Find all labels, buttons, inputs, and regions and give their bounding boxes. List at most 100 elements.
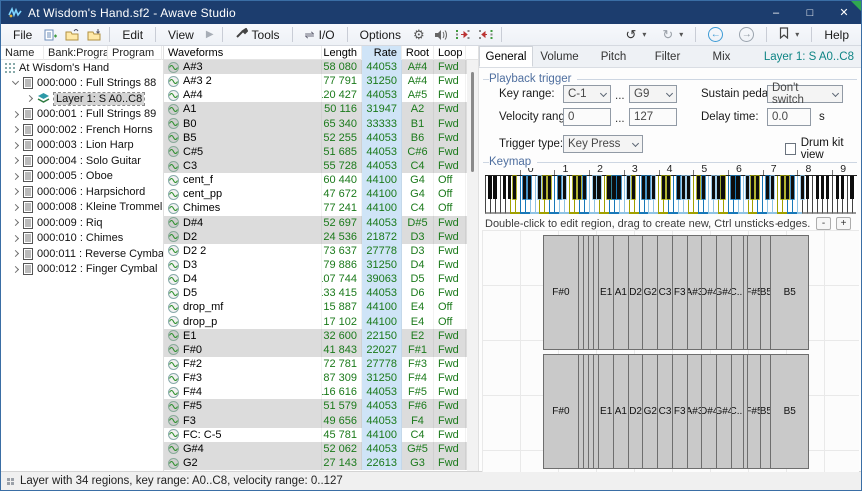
zoom-out-button[interactable]: - (816, 217, 831, 230)
black-key[interactable] (697, 176, 700, 199)
region-segment[interactable]: B5 (770, 236, 808, 349)
table-row[interactable]: C#551 68544053C#6Fwd (164, 145, 478, 159)
new-file-icon[interactable] (40, 27, 61, 43)
black-key[interactable] (836, 176, 839, 199)
region-editor-grid[interactable]: F#0E1A1D2G2C3F3A#3D#4G#4C...F#5B5B5 F#0 E… (482, 230, 859, 472)
black-key[interactable] (543, 176, 546, 199)
black-key[interactable] (493, 176, 496, 199)
black-key[interactable] (548, 176, 551, 199)
black-key[interactable] (558, 176, 561, 199)
table-row[interactable]: F#387 30931250F#4Fwd (164, 371, 478, 385)
tree-item[interactable]: 000:006 : Harpsichord (1, 184, 163, 200)
black-key[interactable] (523, 176, 526, 199)
tree-item[interactable]: 000:001 : Full Strings 89 (1, 107, 163, 123)
column-header-name[interactable]: Name (1, 46, 44, 60)
black-key[interactable] (597, 176, 600, 199)
region-segment[interactable]: B5 (760, 236, 770, 349)
region-segment[interactable]: F#5 (747, 355, 761, 468)
tree-item[interactable]: 000:002 : French Horns (1, 122, 163, 138)
table-row[interactable]: F#4116 61644053F#5Fwd (164, 385, 478, 399)
file-menu[interactable]: File (5, 26, 40, 44)
maximize-button[interactable]: □ (793, 1, 827, 24)
column-header-rate[interactable]: Rate (362, 46, 402, 60)
black-key[interactable] (702, 176, 705, 199)
tree-expander-icon[interactable] (12, 235, 19, 242)
tree-item[interactable]: 000:009 : Riq (1, 215, 163, 231)
column-header-bank-program[interactable]: Bank:Program (44, 46, 108, 60)
trigger-type-select[interactable]: Key Press (563, 135, 643, 153)
black-key[interactable] (751, 176, 754, 199)
black-key[interactable] (488, 176, 491, 199)
black-key[interactable] (612, 176, 615, 199)
open-file-icon[interactable] (61, 27, 83, 43)
black-key[interactable] (786, 176, 789, 199)
black-key[interactable] (731, 176, 734, 199)
table-row[interactable]: G227 14322613G3Fwd (164, 456, 478, 470)
table-row[interactable]: D224 53621872D3Fwd (164, 230, 478, 244)
tree-expander-icon[interactable] (12, 111, 19, 118)
black-key[interactable] (642, 176, 645, 199)
table-row[interactable]: F#041 84322027F#1Fwd (164, 343, 478, 357)
table-row[interactable]: FC: C-545 78144100C4Fwd (164, 428, 478, 442)
black-key[interactable] (607, 176, 610, 199)
tree-item[interactable]: 000:010 : Chimes (1, 231, 163, 247)
gear-icon[interactable]: ⚙ (409, 25, 429, 45)
black-key[interactable] (746, 176, 749, 199)
black-key[interactable] (821, 176, 824, 199)
tree-expander-icon[interactable] (12, 219, 19, 226)
region-segment[interactable]: F3 (672, 355, 687, 468)
tree-item[interactable]: 000:012 : Finger Cymbal (1, 262, 163, 278)
region-segment[interactable]: G2 (642, 355, 657, 468)
table-row[interactable]: B552 25544053B6Fwd (164, 131, 478, 145)
table-row[interactable]: A#4120 42744053A#5Fwd (164, 88, 478, 102)
black-key[interactable] (503, 176, 506, 199)
io-menu[interactable]: ⇌ I/O (297, 26, 343, 44)
black-key[interactable] (766, 176, 769, 199)
black-key[interactable] (617, 176, 620, 199)
save-file-icon[interactable] (83, 27, 105, 43)
table-row[interactable]: Chimes77 24144100C4Off (164, 201, 478, 215)
table-row[interactable]: drop_p17 10244100E4Off (164, 315, 478, 329)
region-segment[interactable]: A1 (613, 236, 628, 349)
column-header-loop[interactable]: Loop (434, 46, 466, 60)
table-row[interactable]: D379 88631250D4Fwd (164, 258, 478, 272)
tree-expander-icon[interactable] (12, 126, 19, 133)
table-row[interactable]: G#452 06244053G#5Fwd (164, 442, 478, 456)
tree-expander-icon[interactable] (12, 188, 19, 195)
region-segment[interactable]: E1 (598, 236, 613, 349)
tree-item[interactable]: 000:011 : Reverse Cymbal (1, 246, 163, 262)
black-key[interactable] (508, 176, 511, 199)
table-row[interactable]: F#551 57944053F#6Fwd (164, 399, 478, 413)
table-row[interactable]: cent_f60 44044100G4Off (164, 173, 478, 187)
region-segment[interactable]: G#4 (716, 355, 731, 468)
tab-volume[interactable]: Volume (533, 46, 587, 67)
table-row[interactable]: D2 273 63727778D3Fwd (164, 244, 478, 258)
velocity-low-input[interactable]: 0 (563, 108, 611, 126)
black-key[interactable] (850, 176, 853, 199)
black-key[interactable] (712, 176, 715, 199)
column-header-length[interactable]: Length (322, 46, 362, 60)
black-key[interactable] (513, 176, 516, 199)
black-key[interactable] (583, 176, 586, 199)
black-key[interactable] (756, 176, 759, 199)
region-segment[interactable]: B5 (760, 355, 770, 468)
table-row[interactable]: E132 60022150E2Fwd (164, 329, 478, 343)
region-segment[interactable]: B5 (770, 355, 808, 468)
redo-button[interactable]: ↻▾ (654, 25, 691, 45)
table-row[interactable]: C355 72844053C4Fwd (164, 159, 478, 173)
delay-time-input[interactable]: 0.0 (767, 108, 811, 126)
black-key[interactable] (682, 176, 685, 199)
black-key[interactable] (593, 176, 596, 199)
tab-mix[interactable]: Mix (695, 46, 749, 67)
black-key[interactable] (677, 176, 680, 199)
tree-expander-icon[interactable] (12, 78, 19, 85)
undo-button[interactable]: ↺▾ (617, 25, 654, 45)
waveform-scrollbar[interactable] (467, 60, 478, 471)
region-segment[interactable]: F#0 (544, 236, 578, 349)
table-row[interactable]: cent_pp47 67244100G4Off (164, 187, 478, 201)
region-segment[interactable]: C... (731, 236, 743, 349)
region-band-lower[interactable]: F#0E1A1D2G2C3F3A#3D#4G#4C...F#5B5B5 (543, 354, 809, 469)
dock-right-icon[interactable] (451, 27, 474, 42)
tree-item[interactable]: 000:008 : Kleine Trommel (1, 200, 163, 216)
play-icon[interactable]: ▶ (202, 27, 218, 42)
